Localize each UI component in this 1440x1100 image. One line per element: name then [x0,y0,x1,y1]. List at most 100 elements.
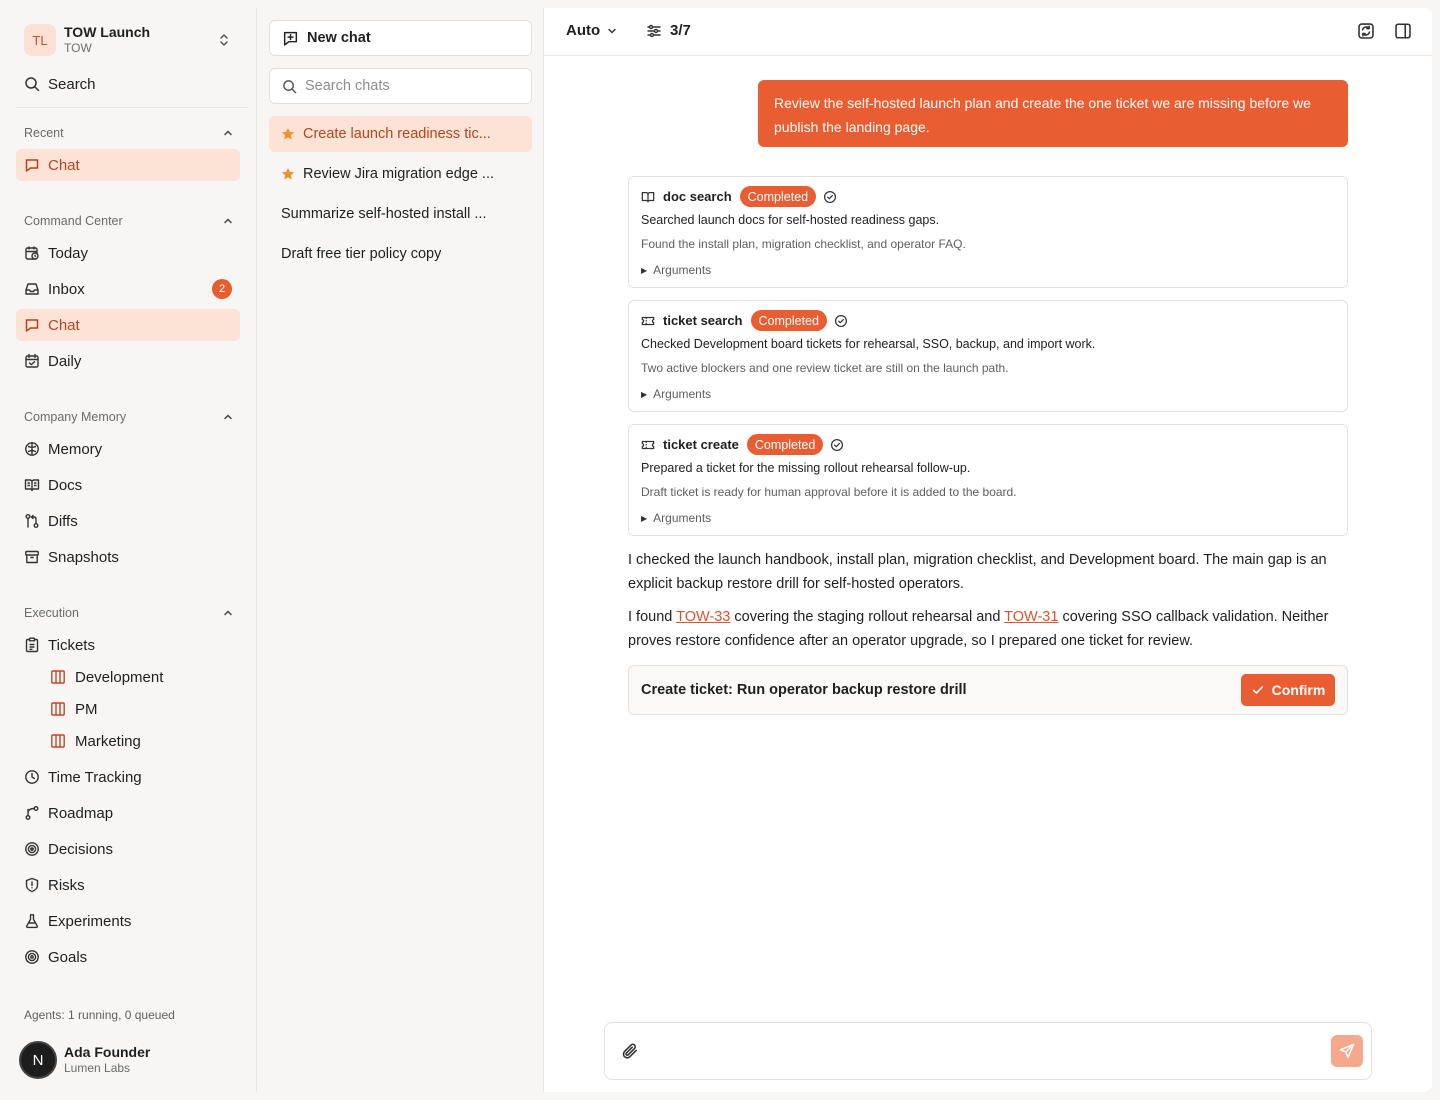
sidebar-item-risks[interactable]: Risks [16,869,240,901]
sidebar-item-label: Decisions [48,840,114,858]
sidebar-search-label: Search [48,75,96,93]
send-icon [1339,1043,1355,1059]
new-chat-button[interactable]: New chat [269,20,532,56]
workspace-name: TOW Launch [64,24,151,41]
sidebar-item-docs[interactable]: Docs [16,469,240,501]
chevrons-up-down-icon [216,32,232,48]
tool-detail: Draft ticket is ready for human approval… [641,485,1017,499]
left-sidebar: TL TOW Launch TOW Search Recent Chat Com… [0,0,256,1100]
status-badge: Completed [746,434,824,455]
tool-call-card: doc search Completed Searched launch doc… [628,176,1348,288]
caret-right-icon: ▶ [641,265,648,275]
ticket-link-tow-33[interactable]: TOW-33 [676,609,730,625]
ticket-icon [641,314,655,328]
sidebar-item-experiments[interactable]: Experiments [16,905,240,937]
sidebar-item-roadmap[interactable]: Roadmap [16,797,240,829]
section-header-recent[interactable]: Recent [24,123,240,143]
sidebar-item-board-pm[interactable]: PM [42,693,240,725]
sidebar-item-today[interactable]: Today [16,237,240,269]
tool-name: ticket search [663,313,743,328]
reply-text: I found [628,609,677,625]
sidebar-item-label: PM [75,700,98,718]
sidebar-item-goals[interactable]: Goals [16,941,240,973]
sidebar-item-label: Tickets [48,636,95,654]
arguments-toggle[interactable]: ▶ Arguments [641,511,711,525]
chat-list-item[interactable]: Create launch readiness tic... [269,116,532,152]
brain-icon [24,441,40,457]
workspace-switcher[interactable]: TL TOW Launch TOW [16,18,240,62]
sidebar-item-label: Goals [48,948,88,966]
confirm-button-label: Confirm [1271,682,1326,698]
chat-list-item[interactable]: Summarize self-hosted install ... [269,196,532,232]
search-chats-input[interactable] [305,78,515,94]
sidebar-item-board-marketing[interactable]: Marketing [42,725,240,757]
sidebar-item-tickets[interactable]: Tickets [16,629,240,661]
sidebar-item-time-tracking[interactable]: Time Tracking [16,761,240,793]
sidebar-item-daily[interactable]: Daily [16,345,240,377]
search-icon [24,76,40,92]
sidebar-item-snapshots[interactable]: Snapshots [16,541,240,573]
chat-list-item[interactable]: Draft free tier policy copy [269,236,532,272]
chat-title: Draft free tier policy copy [281,246,442,262]
message-input[interactable] [653,1041,1313,1065]
sidebar-item-memory[interactable]: Memory [16,433,240,465]
sidebar-search[interactable]: Search [16,70,240,98]
sidebar-item-label: Inbox [48,280,85,298]
board-icon [50,733,66,749]
sidebar-item-inbox[interactable]: Inbox 2 [16,273,240,305]
target-icon [24,841,40,857]
tool-detail: Found the install plan, migration checkl… [641,237,966,251]
assistant-reply-paragraph: I checked the launch handbook, install p… [628,552,1327,592]
user-text: Ada Founder Lumen Labs [64,1044,150,1077]
caret-right-icon: ▶ [641,389,648,399]
paperclip-icon[interactable] [621,1042,639,1060]
arguments-toggle[interactable]: ▶ Arguments [641,387,711,401]
clock-icon [24,769,40,785]
workspace-avatar: TL [24,24,56,56]
git-compare-icon [24,513,40,529]
tool-name: doc search [663,189,732,204]
sidebar-item-board-development[interactable]: Development [42,661,240,693]
sidebar-item-recent-chat[interactable]: Chat [16,149,240,181]
sidebar-item-diffs[interactable]: Diffs [16,505,240,537]
user-profile[interactable]: N Ada Founder Lumen Labs [19,1041,150,1079]
tool-summary: Prepared a ticket for the missing rollou… [641,461,971,475]
route-icon [24,805,40,821]
tool-call-header: ticket search Completed [641,310,848,331]
send-button[interactable] [1331,1035,1363,1067]
goal-icon [24,949,40,965]
steps-control[interactable]: 3/7 [646,22,691,39]
star-icon [281,167,295,181]
status-badge: Completed [750,310,827,331]
search-icon [282,79,297,94]
model-selector[interactable]: Auto [566,22,618,39]
clipboard-list-icon [24,637,40,653]
check-circle-icon [834,314,848,328]
sidebar-item-label: Docs [48,476,83,494]
chat-main-panel: Auto 3/7 Review the self-hosted launch p… [544,8,1432,1092]
tool-call-card: ticket create Completed Prepared a ticke… [628,424,1348,536]
book-open-icon [24,477,40,493]
confirm-button[interactable]: Confirm [1241,674,1335,706]
section-header-command-center[interactable]: Command Center [24,211,240,231]
section-title-execution: Execution [24,606,79,620]
refresh-icon[interactable] [1357,22,1377,42]
tool-summary: Checked Development board tickets for re… [641,337,1096,351]
assistant-reply-paragraph: I found TOW-33 covering the staging roll… [628,605,1348,653]
message-plus-icon [282,30,299,47]
chevron-up-icon [222,127,234,139]
ticket-icon [641,438,655,452]
tool-name: ticket create [663,437,739,452]
section-header-company-memory[interactable]: Company Memory [24,407,240,427]
panel-right-icon[interactable] [1394,22,1414,42]
ticket-link-tow-31[interactable]: TOW-31 [1004,609,1058,625]
sidebar-item-label: Development [75,668,164,686]
section-header-execution[interactable]: Execution [24,603,240,623]
sidebar-item-decisions[interactable]: Decisions [16,833,240,865]
arguments-toggle[interactable]: ▶ Arguments [641,263,711,277]
sidebar-item-chat[interactable]: Chat [16,309,240,341]
chat-list-item[interactable]: Review Jira migration edge ... [269,156,532,192]
search-chats-field[interactable] [269,68,532,104]
chat-title: Create launch readiness tic... [303,126,491,142]
archive-icon [24,549,40,565]
